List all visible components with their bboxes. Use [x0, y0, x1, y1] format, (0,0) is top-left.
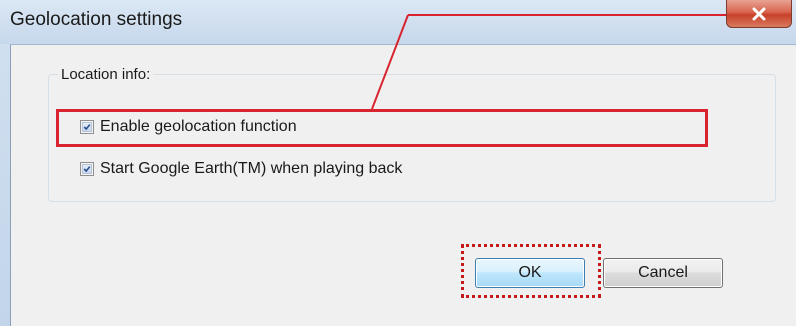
window-title: Geolocation settings — [10, 9, 183, 30]
location-info-label: Location info: — [58, 66, 154, 83]
highlight-frame — [56, 109, 708, 147]
checkmark-icon — [83, 166, 91, 173]
start-google-earth-label: Start Google Earth(TM) when playing back — [100, 160, 403, 177]
dialog-window: Geolocation settings Location info: Enab… — [0, 0, 796, 326]
title-bar[interactable]: Geolocation settings — [0, 0, 796, 44]
start-google-earth-checkbox[interactable] — [80, 162, 94, 176]
cancel-button[interactable]: Cancel — [603, 258, 723, 288]
close-button[interactable] — [726, 0, 792, 28]
close-icon — [752, 7, 766, 20]
ok-button-dotted-highlight — [461, 244, 601, 298]
start-google-earth-option[interactable]: Start Google Earth(TM) when playing back — [80, 160, 402, 178]
